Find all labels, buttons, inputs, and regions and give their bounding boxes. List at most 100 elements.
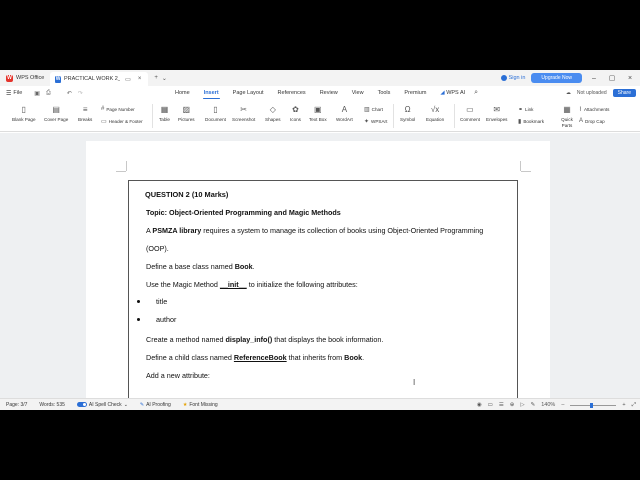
page-number-button[interactable]: # Page Number bbox=[101, 106, 135, 112]
chart-button[interactable]: ▥ Chart bbox=[364, 106, 383, 113]
maximize-icon[interactable]: ▢ bbox=[606, 74, 618, 82]
paragraph-child-class: Define a child class named ReferenceBook… bbox=[146, 353, 364, 362]
zoom-level[interactable]: 140% bbox=[541, 402, 555, 408]
wps-ai-icon: ◢ bbox=[440, 90, 445, 96]
text-box-icon: ▣ bbox=[314, 105, 322, 114]
class-name-book: Book bbox=[234, 262, 253, 271]
tab-wps-ai[interactable]: ◢ WPS AI bbox=[433, 86, 472, 100]
document-icon: W bbox=[55, 75, 61, 83]
tab-premium[interactable]: Premium bbox=[397, 86, 433, 100]
document-tab[interactable]: W PRACTICAL WORK 2_student ▭ × bbox=[50, 72, 149, 86]
insert-ribbon: ▯ Blank Page ▤ Cover Page ≡ Breaks # Pag… bbox=[0, 100, 640, 132]
text-cursor-icon: I bbox=[413, 378, 416, 387]
sign-in-button[interactable]: Sign in bbox=[500, 75, 526, 81]
zoom-in-icon[interactable]: + bbox=[622, 402, 625, 408]
text-run: Define a base class named bbox=[146, 262, 235, 271]
hamburger-icon: ☰ bbox=[6, 90, 12, 97]
new-tab-icon[interactable]: + bbox=[152, 75, 160, 81]
minimize-icon[interactable]: – bbox=[588, 75, 600, 82]
tab-list-chevron-icon[interactable]: ⌄ bbox=[160, 75, 169, 82]
document-page[interactable]: QUESTION 2 (10 Marks) Topic: Object-Orie… bbox=[86, 141, 550, 398]
bookmark-button[interactable]: ▮ Bookmark bbox=[518, 118, 544, 125]
attachments-button[interactable]: ⌇ Attachments bbox=[579, 106, 609, 113]
eye-icon[interactable]: ◉ bbox=[477, 402, 482, 408]
page-number-icon: # bbox=[101, 106, 105, 112]
quick-parts-icon: ▦ bbox=[563, 105, 571, 114]
breaks-label: Breaks bbox=[78, 117, 93, 122]
equation-button[interactable]: √x Equation bbox=[426, 105, 444, 122]
titlebar-right: Sign in Upgrade Now – ▢ × bbox=[500, 70, 640, 86]
redo-icon[interactable]: ↷ bbox=[78, 90, 83, 97]
tab-references[interactable]: References bbox=[271, 86, 313, 100]
outline-view-icon[interactable]: ☰ bbox=[499, 402, 504, 408]
wps-ai-label: WPS AI bbox=[446, 90, 466, 96]
page-view-icon[interactable]: ▭ bbox=[488, 402, 493, 408]
tab-home[interactable]: Home bbox=[168, 86, 197, 100]
upgrade-now-button[interactable]: Upgrade Now bbox=[531, 73, 582, 83]
paragraph-intro-cont: (OOP). bbox=[146, 244, 169, 253]
blank-page-label: Blank Page bbox=[12, 117, 36, 122]
save-icon[interactable]: ▣ bbox=[34, 90, 40, 97]
wpsart-button[interactable]: ✦ WPSArt bbox=[364, 118, 387, 125]
paragraph-init: Use the Magic Method __init__ to initial… bbox=[146, 280, 358, 289]
comment-button[interactable]: ▭ Comment bbox=[460, 105, 480, 122]
table-button[interactable]: ▦ Table bbox=[159, 105, 170, 122]
tab-tools[interactable]: Tools bbox=[371, 86, 398, 100]
envelopes-button[interactable]: ✉ Envelopes bbox=[486, 105, 507, 122]
zoom-slider[interactable] bbox=[570, 402, 617, 408]
tab-page-layout[interactable]: Page Layout bbox=[226, 86, 271, 100]
page-indicator[interactable]: Page: 3/7 bbox=[0, 402, 33, 408]
ai-spell-check-toggle[interactable]: AI Spell Check ⌄ bbox=[71, 402, 134, 408]
document-button[interactable]: ▯ Document bbox=[205, 105, 226, 122]
header-footer-icon: ▭ bbox=[101, 119, 107, 125]
print-icon[interactable]: ⎙ bbox=[46, 90, 51, 97]
header-footer-label: Header & Footer bbox=[108, 119, 143, 124]
not-uploaded-status[interactable]: Not uploaded bbox=[577, 90, 607, 96]
share-button[interactable]: Share bbox=[612, 89, 636, 97]
close-tab-icon[interactable]: × bbox=[136, 76, 144, 82]
wps-office-tab[interactable]: W WPS Office bbox=[0, 70, 50, 86]
file-menu[interactable]: ☰ File ▣ ⎙ ↶ ↷ bbox=[0, 90, 168, 97]
breaks-button[interactable]: ≡ Breaks bbox=[78, 105, 92, 122]
blank-page-button[interactable]: ▯ Blank Page bbox=[12, 105, 36, 122]
wordart-button[interactable]: A WordArt bbox=[336, 105, 353, 122]
paragraph-new-attribute: Add a new attribute: bbox=[146, 371, 210, 380]
document-tab-label: PRACTICAL WORK 2_student bbox=[63, 76, 120, 82]
wpsart-icon: ✦ bbox=[364, 119, 370, 125]
header-footer-button[interactable]: ▭ Header & Footer bbox=[101, 118, 143, 125]
shapes-icon: ◇ bbox=[269, 105, 276, 114]
paragraph-intro: A PSMZA library requires a system to man… bbox=[146, 226, 483, 235]
drop-cap-button[interactable]: A Drop Cap bbox=[579, 118, 605, 124]
pictures-button[interactable]: ▨ Pictures bbox=[178, 105, 195, 122]
fit-window-icon[interactable]: ⤢ bbox=[632, 402, 636, 409]
undo-icon[interactable]: ↶ bbox=[67, 90, 72, 97]
link-button[interactable]: ⚭ Link bbox=[518, 106, 533, 113]
write-mode-icon[interactable]: ✎ bbox=[531, 402, 536, 408]
close-window-icon[interactable]: × bbox=[624, 75, 636, 82]
reading-mode-icon[interactable]: ▷ bbox=[520, 402, 524, 408]
quick-parts-button[interactable]: ▦ Quick Parts bbox=[557, 105, 577, 129]
text-run: Use the Magic Method bbox=[146, 280, 220, 289]
tab-view[interactable]: View bbox=[345, 86, 371, 100]
zoom-out-icon[interactable]: – bbox=[561, 402, 564, 408]
web-view-icon[interactable]: ⊕ bbox=[510, 402, 515, 408]
document-canvas[interactable]: QUESTION 2 (10 Marks) Topic: Object-Orie… bbox=[0, 133, 640, 398]
sign-in-label: Sign in bbox=[508, 75, 526, 81]
shapes-button[interactable]: ◇ Shapes bbox=[265, 105, 281, 122]
ai-spell-check-label: AI Spell Check bbox=[88, 401, 122, 408]
method-name: display_info() bbox=[225, 335, 273, 344]
screenshot-button[interactable]: ✂ Screenshot bbox=[232, 105, 255, 122]
icons-button[interactable]: ✿ Icons bbox=[290, 105, 301, 122]
tab-insert[interactable]: Insert bbox=[197, 86, 226, 100]
list-item-title: title bbox=[156, 297, 168, 306]
cover-page-button[interactable]: ▤ Cover Page bbox=[44, 105, 68, 122]
ribbon-divider bbox=[454, 104, 455, 128]
tab-review[interactable]: Review bbox=[313, 86, 345, 100]
ai-proofing-button[interactable]: ✎ AI Proofing bbox=[134, 402, 177, 408]
symbol-button[interactable]: Ω Symbol bbox=[400, 105, 415, 122]
monitor-icon[interactable]: ▭ bbox=[123, 76, 133, 83]
text-box-button[interactable]: ▣ Text Box bbox=[309, 105, 327, 122]
word-count[interactable]: Words: 535 bbox=[33, 402, 70, 408]
search-icon[interactable]: ⌕ bbox=[474, 89, 478, 97]
font-missing-button[interactable]: ★ Font Missing bbox=[177, 402, 224, 408]
